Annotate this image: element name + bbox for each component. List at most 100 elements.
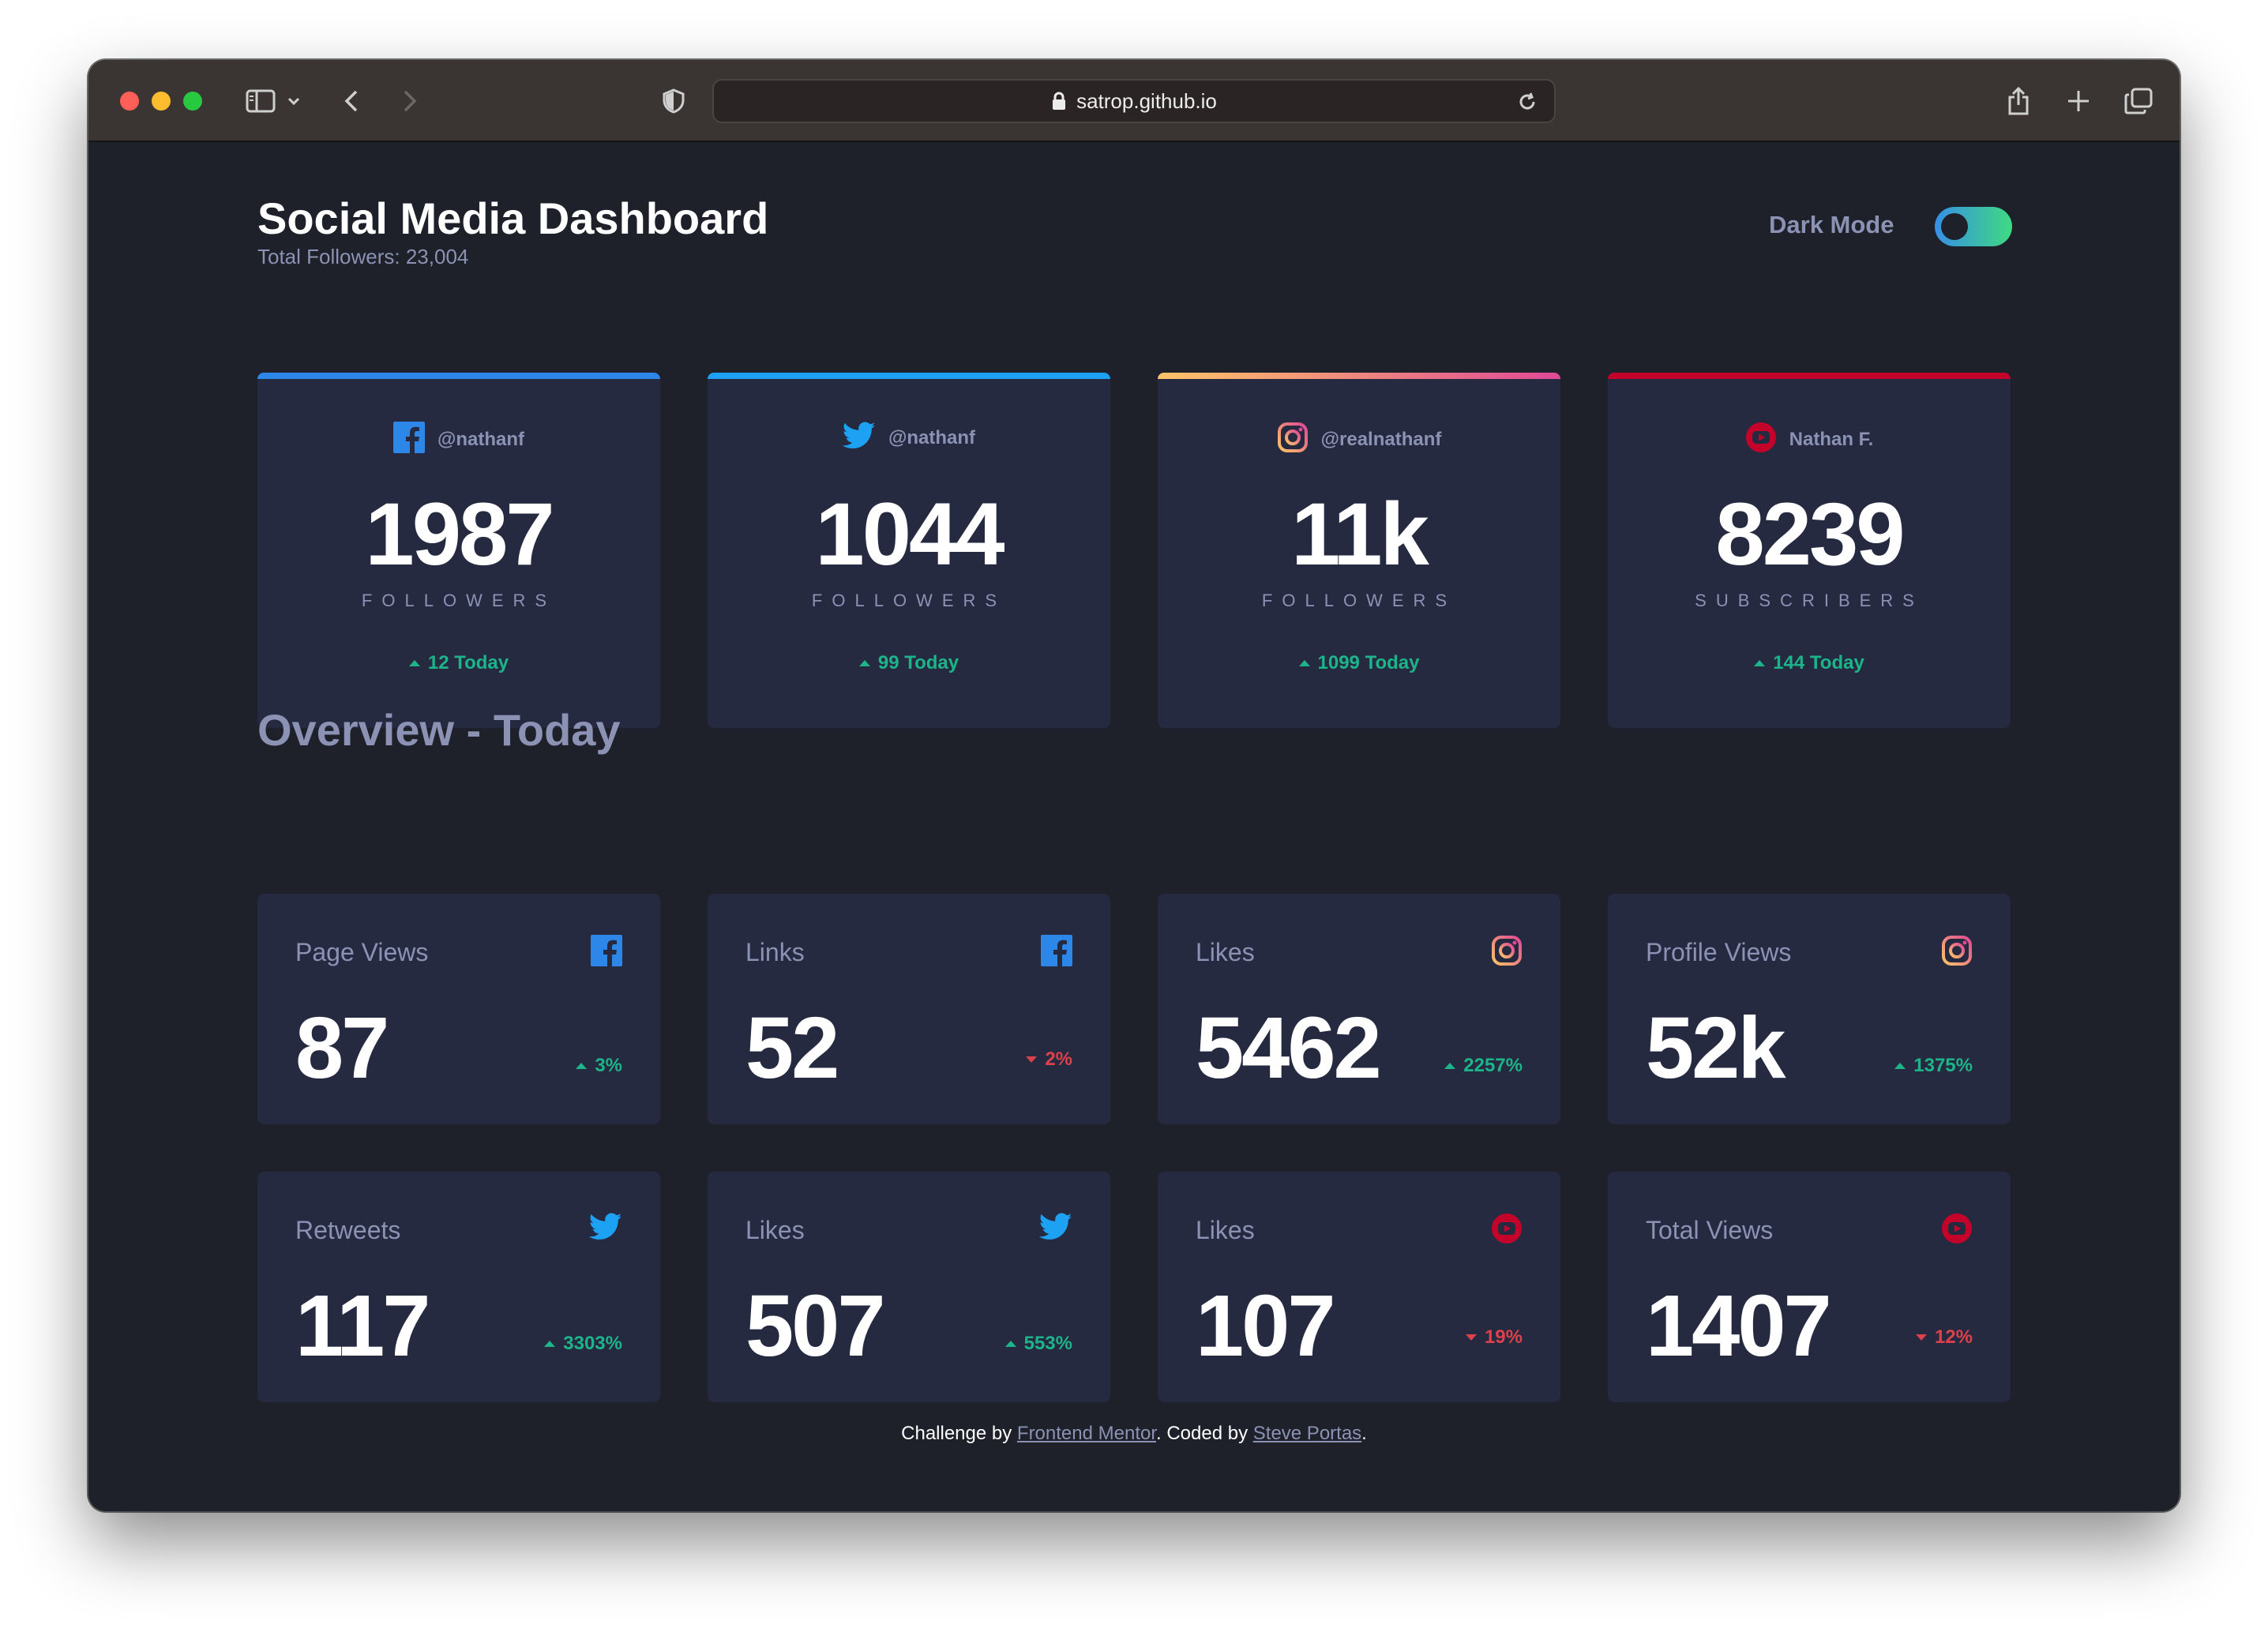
account-handle: @nathanf [437,428,525,450]
follower-label: FOLLOWERS [361,591,557,610]
metric-value: 87 [295,1000,389,1097]
card-header: @realnathanf [1158,422,1560,457]
change-text: 3% [595,1055,622,1076]
follower-card-facebook[interactable]: @nathanf 1987 FOLLOWERS 12 Today [257,373,660,728]
metric-value: 507 [745,1277,886,1375]
youtube-icon [1745,422,1777,457]
today-text: 99 Today [877,652,959,673]
follower-card-twitter[interactable]: @nathanf 1044 FOLLOWERS 99 Today [708,373,1110,728]
today-change: 99 Today [708,652,1110,674]
down-arrow-icon [1026,1056,1038,1063]
metric-change: 2% [1026,1048,1072,1071]
follower-card-instagram[interactable]: @realnathanf 11k FOLLOWERS 1099 Today [1158,373,1560,728]
overview-card-twitter-likes[interactable]: Likes 507 553% [708,1172,1110,1402]
overview-card-profile-views[interactable]: Profile Views 52k 1375% [1608,894,2011,1124]
today-text: 144 Today [1773,652,1864,673]
metric-value: 5462 [1196,1000,1382,1097]
shield-icon[interactable] [660,81,687,122]
today-text: 1099 Today [1317,652,1420,673]
up-arrow-icon [544,1341,556,1347]
share-icon[interactable] [2003,81,2034,122]
close-window-button[interactable] [120,92,139,111]
dark-mode-label: Dark Mode [1769,211,1894,238]
reload-icon[interactable] [1516,91,1538,113]
today-text: 12 Today [427,652,509,673]
overview-card-page-views[interactable]: Page Views 87 3% [257,894,660,1124]
footer-attribution: Challenge by Frontend Mentor. Coded by S… [88,1423,2180,1445]
down-arrow-icon [1465,1334,1477,1341]
lock-icon [1053,92,1066,110]
minimize-window-button[interactable] [152,92,171,111]
facebook-icon [1041,935,1072,970]
overview-card-total-views[interactable]: Total Views 1407 12% [1608,1172,2011,1402]
instagram-icon [1277,422,1309,457]
page-title: Social Media Dashboard [257,193,769,243]
instagram-icon [1491,935,1523,970]
metric-change: 3303% [544,1333,622,1355]
follower-count: 1987 [365,485,554,583]
metric-label: Likes [1196,938,1255,966]
footer-prefix: Challenge by [901,1423,1017,1444]
new-tab-icon[interactable] [2063,81,2094,122]
metric-label: Profile Views [1646,938,1792,966]
metric-label: Total Views [1646,1216,1774,1244]
card-accent-bar [1158,373,1560,379]
follower-count: 11k [1291,485,1429,583]
up-arrow-icon [408,660,420,666]
metric-label: Likes [1196,1216,1255,1244]
total-followers: Total Followers: 23,004 [257,245,469,268]
change-text: 553% [1023,1333,1072,1354]
up-arrow-icon [858,660,870,666]
metric-value: 117 [295,1277,430,1375]
dark-mode-toggle[interactable] [1935,207,2012,246]
overview-card-links[interactable]: Links 52 2% [708,894,1110,1124]
metric-label: Likes [745,1216,805,1244]
author-link[interactable]: Steve Portas [1253,1423,1361,1444]
follower-label: FOLLOWERS [811,591,1007,610]
account-handle: Nathan F. [1789,428,1874,450]
browser-toolbar: satrop.github.io [88,60,2180,142]
change-text: 19% [1484,1326,1523,1348]
change-text: 1375% [1913,1055,1973,1076]
today-change: 144 Today [1608,652,2011,674]
metric-value: 107 [1196,1277,1336,1375]
youtube-icon [1491,1213,1523,1248]
tab-overview-icon[interactable] [2121,81,2156,122]
zoom-window-button[interactable] [183,92,202,111]
overview-card-youtube-likes[interactable]: Likes 107 19% [1158,1172,1560,1402]
follower-card-youtube[interactable]: Nathan F. 8239 SUBSCRIBERS 144 Today [1608,373,2011,728]
account-handle: @realnathanf [1320,428,1442,450]
change-text: 3303% [563,1333,622,1354]
down-arrow-icon [1915,1334,1927,1341]
address-bar[interactable]: satrop.github.io [712,79,1556,123]
browser-window: satrop.github.io Social Media Dashboard … [88,60,2180,1511]
instagram-icon [1941,935,1973,970]
metric-change: 1375% [1894,1055,1973,1077]
overview-card-instagram-likes[interactable]: Likes 5462 2257% [1158,894,1560,1124]
metric-value: 1407 [1646,1277,1832,1375]
metric-label: Links [745,938,805,966]
card-accent-bar [257,373,660,379]
overview-title: Overview - Today [257,705,621,755]
chevron-down-icon[interactable] [286,81,302,122]
metric-change: 19% [1465,1326,1523,1349]
change-text: 2257% [1463,1055,1523,1076]
up-arrow-icon [1444,1063,1456,1069]
twitter-icon [588,1213,622,1245]
overview-card-retweets[interactable]: Retweets 117 3303% [257,1172,660,1402]
metric-label: Retweets [295,1216,401,1244]
account-handle: @nathanf [888,426,976,448]
today-change: 1099 Today [1158,652,1560,674]
back-icon[interactable] [340,81,363,122]
url-text: satrop.github.io [1076,88,1217,113]
metric-change: 3% [576,1055,622,1077]
frontend-mentor-link[interactable]: Frontend Mentor [1017,1423,1156,1444]
forward-icon[interactable] [398,81,422,122]
today-change: 12 Today [257,652,660,674]
dashboard-page: Social Media Dashboard Total Followers: … [88,144,2180,1511]
card-accent-bar [1608,373,2011,379]
card-accent-bar [708,373,1110,379]
sidebar-toggle-icon[interactable] [243,81,278,122]
toggle-knob [1941,213,1968,240]
change-text: 2% [1045,1048,1072,1070]
